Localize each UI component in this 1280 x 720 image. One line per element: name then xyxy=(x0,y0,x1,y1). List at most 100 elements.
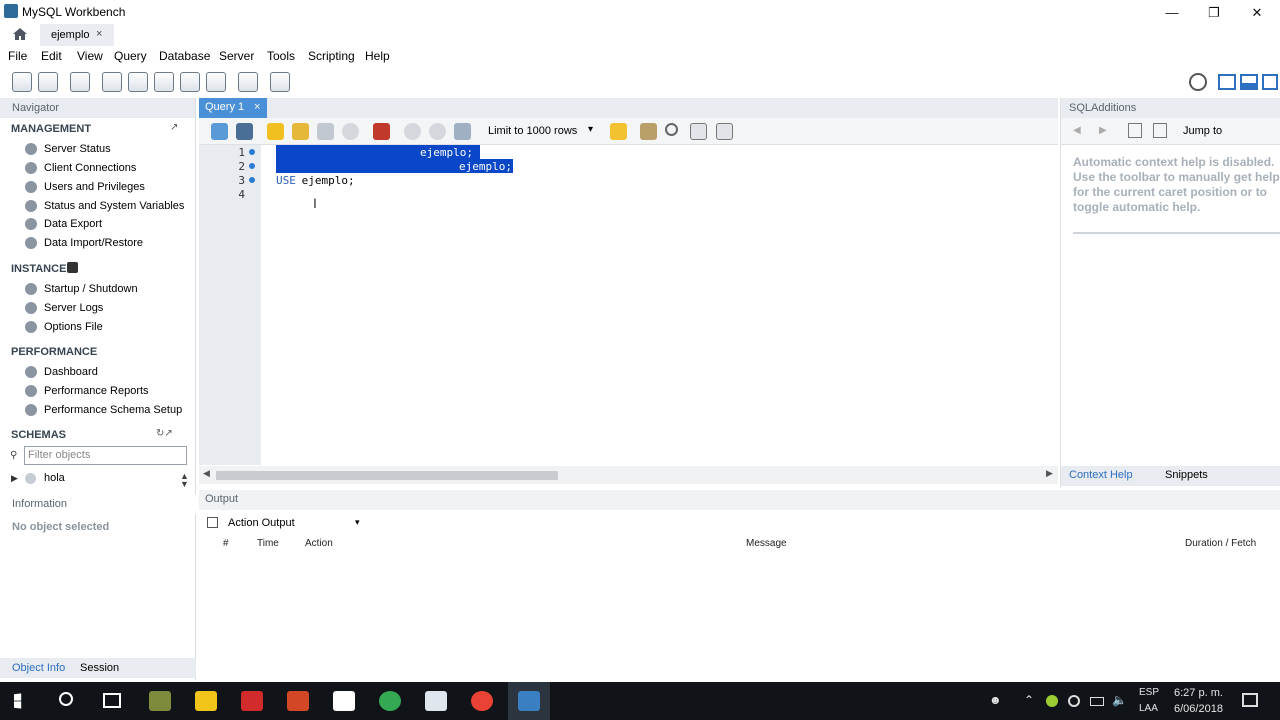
beautify-icon[interactable] xyxy=(640,123,657,140)
connection-tab[interactable]: ejemplo × xyxy=(40,24,114,46)
nav-server-status[interactable]: Server Status xyxy=(0,141,196,160)
menu-view[interactable]: View xyxy=(77,49,103,63)
toggle-output-icon[interactable] xyxy=(1240,74,1258,90)
app-icon[interactable] xyxy=(425,691,447,711)
column-header[interactable]: # xyxy=(223,538,229,549)
expand-icon[interactable]: ↗ xyxy=(170,122,178,133)
battery-icon[interactable] xyxy=(1090,697,1104,706)
workbench-active-icon[interactable] xyxy=(518,691,540,711)
menu-edit[interactable]: Edit xyxy=(41,49,62,63)
refresh-schemas-icon[interactable]: ↻↗ xyxy=(156,428,173,439)
search-icon[interactable] xyxy=(59,692,73,706)
autocommit-icon[interactable] xyxy=(454,123,471,140)
horizontal-scrollbar[interactable]: ◀ ▶ xyxy=(199,466,1058,484)
keyboard-layout[interactable]: LAA xyxy=(1139,703,1158,714)
tab-object-info[interactable]: Object Info xyxy=(12,662,65,674)
open-sql-script-icon[interactable] xyxy=(38,72,58,92)
close-button[interactable]: ✕ xyxy=(1235,2,1279,24)
scroll-right-icon[interactable]: ▶ xyxy=(1046,468,1053,479)
create-schema-icon[interactable] xyxy=(102,72,122,92)
reconnect-icon[interactable] xyxy=(270,72,290,92)
commit-icon[interactable] xyxy=(404,123,421,140)
mysql-workbench-taskbar-icon[interactable] xyxy=(149,691,171,711)
language-indicator[interactable]: ESP xyxy=(1139,687,1159,698)
nav-options-file[interactable]: Options File xyxy=(0,319,196,338)
save-icon[interactable] xyxy=(236,123,253,140)
toggle-error-icon[interactable] xyxy=(373,123,390,140)
action-output-select[interactable]: Action Output xyxy=(228,517,295,529)
create-procedure-icon[interactable] xyxy=(180,72,200,92)
task-view-icon[interactable] xyxy=(103,693,121,708)
expand-schema-chevron-icon[interactable]: ▶ xyxy=(11,473,18,484)
tray-app-icon[interactable] xyxy=(1046,695,1058,707)
output-chevron-down-icon[interactable]: ▾ xyxy=(355,517,360,528)
nav-status-variables[interactable]: Status and System Variables xyxy=(0,198,196,217)
minimize-button[interactable]: — xyxy=(1150,2,1194,24)
nav-dashboard[interactable]: Dashboard xyxy=(0,364,196,383)
mail-icon[interactable] xyxy=(333,691,355,711)
powerpoint-icon[interactable] xyxy=(287,691,309,711)
rollback-icon[interactable] xyxy=(429,123,446,140)
manual-help-icon[interactable] xyxy=(1128,123,1142,138)
wrap-lines-icon[interactable] xyxy=(716,123,733,140)
jump-to-select[interactable]: Jump to xyxy=(1183,125,1222,137)
toggle-secondary-sidebar-icon[interactable] xyxy=(1262,74,1278,90)
nav-data-export[interactable]: Data Export xyxy=(0,216,196,235)
nav-server-logs[interactable]: Server Logs xyxy=(0,300,196,319)
limit-chevron-down-icon[interactable]: ▾ xyxy=(588,124,593,135)
column-header[interactable]: Duration / Fetch xyxy=(1185,538,1256,549)
toggle-sidebar-icon[interactable] xyxy=(1218,74,1236,90)
scrollbar-thumb[interactable] xyxy=(216,471,558,480)
query-tab-close-icon[interactable]: × xyxy=(254,101,260,113)
menu-tools[interactable]: Tools xyxy=(267,49,295,63)
show-hidden-icons-icon[interactable]: ⌃ xyxy=(1024,693,1034,707)
create-function-icon[interactable] xyxy=(206,72,226,92)
code-line-2[interactable]: ejemplo; xyxy=(459,160,512,173)
code-line-3[interactable]: ejemplo; xyxy=(295,174,355,187)
windows-start-icon[interactable] xyxy=(14,693,22,709)
nav-performance-schema[interactable]: Performance Schema Setup xyxy=(0,402,196,421)
nav-data-import[interactable]: Data Import/Restore xyxy=(0,235,196,254)
new-sql-tab-icon[interactable] xyxy=(12,72,32,92)
code-line-1[interactable]: ejemplo; xyxy=(420,146,473,159)
inspector-icon[interactable] xyxy=(70,72,90,92)
column-header[interactable]: Message xyxy=(746,538,787,549)
query-tab[interactable]: Query 1 × xyxy=(199,98,267,118)
auto-help-icon[interactable] xyxy=(1153,123,1167,138)
preferences-gear-icon[interactable] xyxy=(1189,73,1207,91)
tab-snippets[interactable]: Snippets xyxy=(1165,469,1208,481)
clock-time[interactable]: 6:27 p. m. xyxy=(1174,687,1223,699)
chrome-icon[interactable] xyxy=(379,691,401,711)
file-explorer-icon[interactable] xyxy=(195,691,217,711)
execute-current-icon[interactable] xyxy=(292,123,309,140)
find-icon[interactable] xyxy=(665,123,678,136)
menu-file[interactable]: File xyxy=(8,49,27,63)
copy-output-icon[interactable] xyxy=(207,517,218,528)
menu-query[interactable]: Query xyxy=(114,49,147,63)
column-header[interactable]: Time xyxy=(257,538,279,549)
menu-scripting[interactable]: Scripting xyxy=(308,49,355,63)
volume-icon[interactable]: 🔈 xyxy=(1112,693,1127,707)
menu-help[interactable]: Help xyxy=(365,49,390,63)
nav-startup-shutdown[interactable]: Startup / Shutdown xyxy=(0,281,196,300)
people-icon[interactable]: ☻ xyxy=(989,693,1002,707)
back-icon[interactable]: ◀ xyxy=(1073,125,1081,136)
limit-rows-select[interactable]: Limit to 1000 rows xyxy=(488,125,577,137)
tray-sync-icon[interactable] xyxy=(1068,695,1080,707)
home-icon[interactable] xyxy=(12,26,28,42)
nav-client-connections[interactable]: Client Connections xyxy=(0,160,196,179)
video-app-icon[interactable] xyxy=(241,691,263,711)
search-table-data-icon[interactable] xyxy=(238,72,258,92)
scroll-arrows-icon[interactable]: ▲ ▼ xyxy=(180,472,189,489)
schema-item-hola[interactable]: hola xyxy=(44,472,65,484)
tab-session[interactable]: Session xyxy=(80,662,119,674)
chrome-icon[interactable] xyxy=(471,691,493,711)
instance-config-icon[interactable] xyxy=(67,262,78,273)
tab-context-help[interactable]: Context Help xyxy=(1069,469,1133,481)
column-header[interactable]: Action xyxy=(305,538,333,549)
scroll-left-icon[interactable]: ◀ xyxy=(203,468,210,479)
open-file-icon[interactable] xyxy=(211,123,228,140)
create-view-icon[interactable] xyxy=(154,72,174,92)
bookmark-icon[interactable] xyxy=(610,123,627,140)
execute-icon[interactable] xyxy=(267,123,284,140)
